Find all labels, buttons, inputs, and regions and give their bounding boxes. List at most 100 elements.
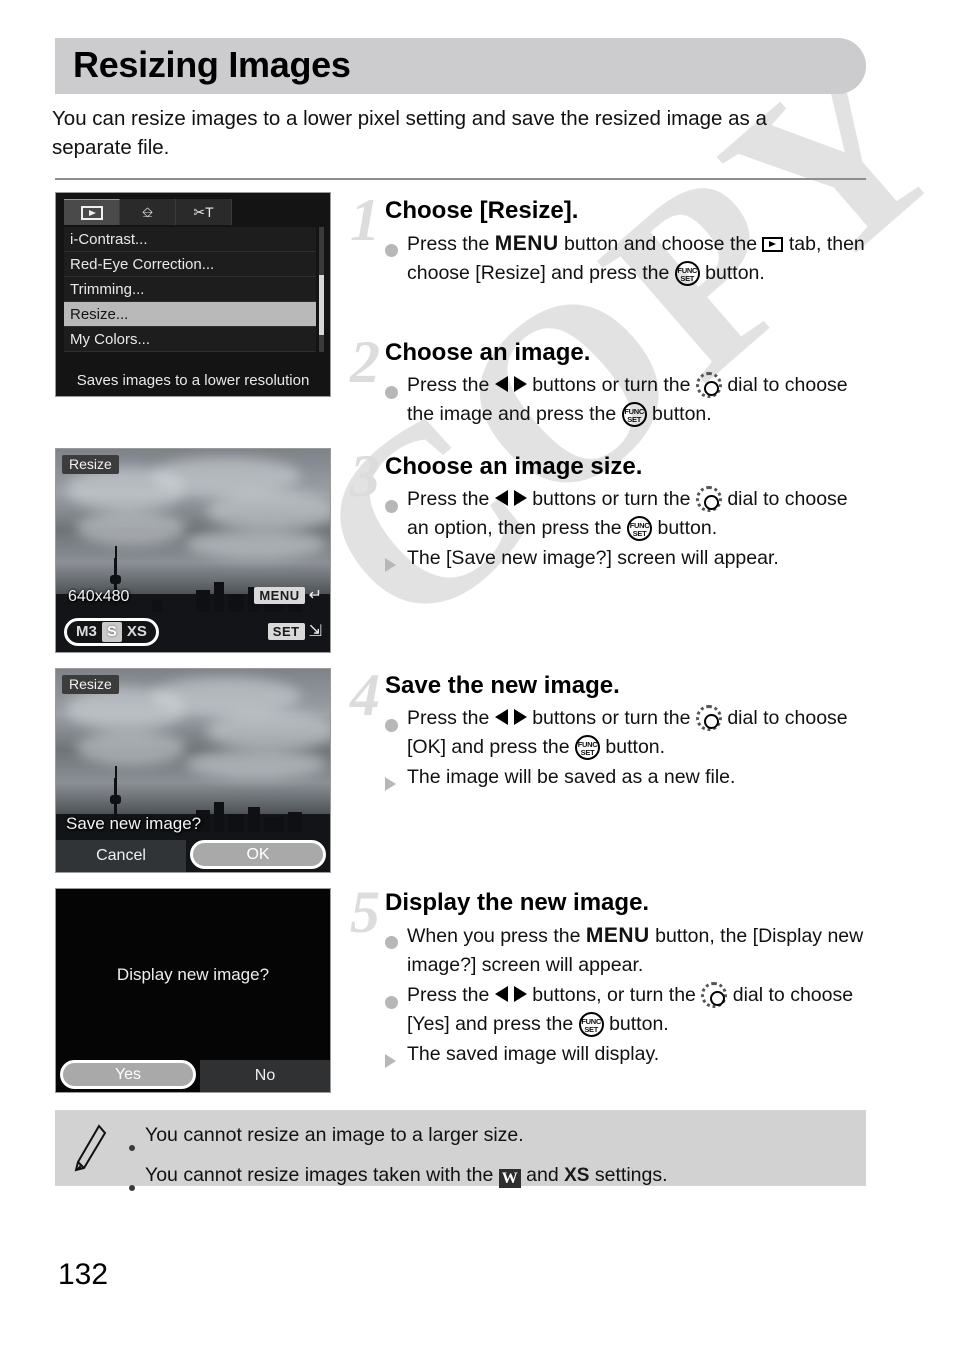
menu-scrollbar-thumb[interactable] [319,275,324,335]
control-dial-icon [695,372,722,398]
bullet-dot-icon [385,485,407,522]
step-1-line-1: Press the MENU button and choose the tab… [385,229,865,288]
intro-paragraph: You can resize images to a lower pixel s… [52,107,767,159]
print-tab[interactable]: ⎒ [120,199,176,225]
photo-preview-save: Resize Save new image? Cancel OK [56,669,330,872]
step-4-line-1: Press the buttons or turn the dial to ch… [385,704,865,762]
left-right-buttons-icon [494,986,527,1003]
menu-item-trimming[interactable]: Trimming... [64,277,316,302]
menu-item-my-colors[interactable]: My Colors... [64,327,316,352]
playback-icon [80,205,103,220]
bullet-triangle-icon [385,763,407,800]
display-confirm-buttons: Yes No [56,1060,330,1092]
camera-screen-menu: ⎒ ✂T i-Contrast... Red-Eye Correction...… [55,192,331,397]
step-2: 2 Choose an image. Press the buttons or … [350,332,865,429]
bullet-dot-icon [385,704,407,741]
func-set-button-icon: FUNC SET [575,735,601,760]
control-dial-icon [695,705,722,731]
step-2-line-1-text: Press the buttons or turn the dial to ch… [407,372,848,427]
note-line-list: You cannot resize an image to a larger s… [129,1120,852,1200]
step-4-number: 4 [350,662,380,728]
no-button[interactable]: No [200,1060,330,1092]
screen-label-resize: Resize [62,455,119,474]
step-4: 4 Save the new image. Press the buttons … [350,665,865,800]
control-dial-icon [701,982,728,1008]
note-bullet-icon [129,1120,145,1160]
menu-item-red-eye-correction[interactable]: Red-Eye Correction... [64,252,316,277]
step-5-line-1-text: When you press the MENU button, the [Dis… [407,924,864,976]
note-line-1: You cannot resize an image to a larger s… [129,1120,852,1160]
playback-tab-icon [762,237,784,252]
cancel-button[interactable]: Cancel [56,840,186,872]
step-5-number: 5 [350,879,380,945]
control-dial-icon [695,486,722,512]
camera-screen-save-confirm: Resize Save new image? Cancel OK [55,668,331,873]
left-right-buttons-icon [494,709,527,726]
note-line-2: You cannot resize images taken with the … [129,1160,852,1200]
func-set-button-icon: FUNC SET [627,516,653,541]
step-1-title: Choose [Resize]. [385,197,579,224]
bullet-dot-icon [385,371,407,408]
menu-item-i-contrast[interactable]: i-Contrast... [64,227,316,252]
settings-tab[interactable]: ✂T [176,199,232,225]
menu-scrollbar[interactable] [319,227,324,352]
menu-item-resize[interactable]: Resize... [64,302,316,327]
size-option-s[interactable]: S [101,622,122,642]
step-3-line-2: The [Save new image?] screen will appear… [385,544,865,581]
step-3-line-2-text: The [Save new image?] screen will appear… [407,547,779,569]
left-right-buttons-icon [494,490,527,507]
ok-button[interactable]: OK [190,840,326,869]
left-right-buttons-icon [494,376,527,393]
step-1: 1 Choose [Resize]. Press the MENU button… [350,190,865,288]
note-line-1-text: You cannot resize an image to a larger s… [145,1124,524,1146]
bullet-dot-icon [385,921,407,958]
step-3: 3 Choose an image size. Press the button… [350,446,865,581]
wrench-tool-icon: ✂T [193,204,214,220]
step-2-title: Choose an image. [385,339,591,366]
display-confirm-question: Display new image? [116,965,270,984]
step-2-line-1: Press the buttons or turn the dial to ch… [385,371,865,429]
step-4-line-1-text: Press the buttons or turn the dial to ch… [407,705,848,760]
size-option-xs[interactable]: XS [122,622,152,642]
step-4-line-2-text: The image will be saved as a new file. [407,766,736,788]
image-dimensions: 640x480 [68,588,130,605]
bullet-triangle-icon [385,544,407,581]
step-5-title: Display the new image. [385,889,650,916]
hint-set-save: SET ⇲ [267,622,322,640]
camera-screen-resize-preview: Resize 640x480 M3 S XS MENU ↵ SET ⇲ [55,448,331,653]
playback-tab[interactable] [64,199,120,225]
xs-size-icon: XS [564,1165,590,1186]
size-option-selector[interactable]: M3 S XS [64,618,159,646]
back-arrow-icon: ↵ [308,586,322,604]
page-number: 132 [58,1258,109,1291]
save-file-icon: ⇲ [308,622,322,640]
camera-screen-display-confirm: Display new image? Yes No [55,888,331,1093]
pencil-icon [74,1124,107,1172]
step-5: 5 Display the new image. When you press … [350,882,865,1077]
menu-tabbar: ⎒ ✂T [64,199,322,225]
step-3-line-1: Press the buttons or turn the dial to ch… [385,485,865,543]
menu-button-icon: MENU [585,924,650,947]
step-1-number: 1 [350,187,380,253]
size-option-m3[interactable]: M3 [71,622,102,642]
step-5-line-2: Press the buttons, or turn the dial to c… [385,981,865,1039]
func-set-button-icon: FUNC SET [578,1012,604,1037]
yes-button[interactable]: Yes [60,1060,196,1089]
manual-page: COPY Resizing Images You can resize imag… [0,0,954,1345]
printer-icon: ⎒ [141,204,154,220]
header-divider [55,178,866,180]
menu-footer-hint: Saves images to a lower resolution [76,372,310,389]
func-set-button-icon: FUNC SET [621,402,647,427]
save-confirm-buttons: Cancel OK [56,840,330,872]
note-box: You cannot resize an image to a larger s… [55,1110,866,1191]
bullet-dot-icon [385,981,407,1018]
bullet-triangle-icon [385,1040,407,1077]
step-3-number: 3 [350,443,380,509]
step-5-line-2-text: Press the buttons, or turn the dial to c… [407,982,854,1037]
save-confirm-question: Save new image? [66,814,202,833]
note-line-2-text: You cannot resize images taken with the … [145,1164,668,1188]
step-4-line-2: The image will be saved as a new file. [385,763,865,800]
step-1-line-1-text: Press the MENU button and choose the tab… [407,232,865,286]
step-5-line-1: When you press the MENU button, the [Dis… [385,921,865,980]
menu-button-icon: MENU [494,232,559,255]
